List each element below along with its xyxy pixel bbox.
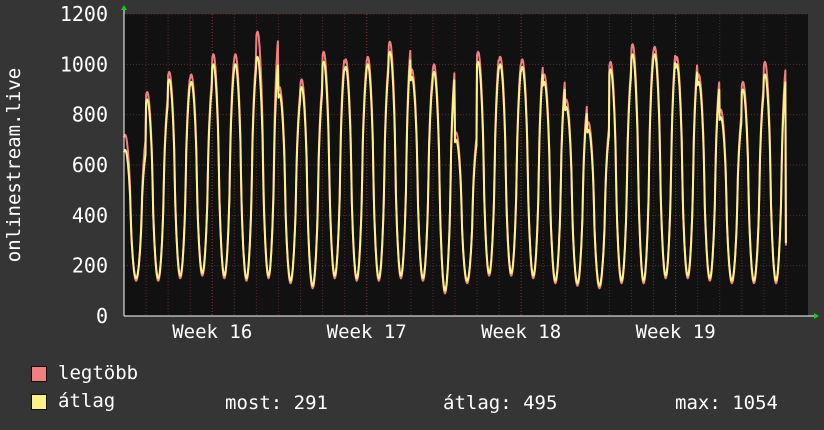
y-tick-label: 800: [72, 103, 108, 127]
y-tick-label: 1200: [60, 2, 108, 26]
line-chart: 0 200 400 600 800 1000 1200 Week 16 Week 17 Week …: [3, 2, 819, 343]
legend-swatch-avg: [31, 394, 47, 410]
y-axis-arrow: [121, 5, 127, 10]
y-tick-label: 1000: [60, 52, 108, 76]
y-axis-label: onlinestream.live: [3, 68, 25, 262]
stat-avg: átlag: 495: [443, 392, 558, 414]
legend-label-max: legtöbb: [58, 362, 139, 384]
x-tick-label: Week 18: [481, 321, 561, 343]
x-tick-label: Week 16: [172, 321, 252, 343]
x-axis-arrow: [814, 313, 819, 319]
legend-swatch-max: [31, 366, 47, 382]
y-tick-label: 600: [72, 153, 108, 177]
x-tick-label: Week 17: [327, 321, 407, 343]
stat-now: most: 291: [225, 392, 328, 414]
y-tick-label: 0: [96, 304, 108, 328]
legend-label-avg: átlag: [58, 390, 116, 412]
chart-panel: 0 200 400 600 800 1000 1200 Week 16 Week 17 Week …: [0, 0, 824, 430]
y-tick-label: 200: [72, 254, 108, 278]
x-tick-label: Week 19: [636, 321, 716, 343]
stat-max: max: 1054: [675, 392, 778, 414]
y-tick-label: 400: [72, 203, 108, 227]
